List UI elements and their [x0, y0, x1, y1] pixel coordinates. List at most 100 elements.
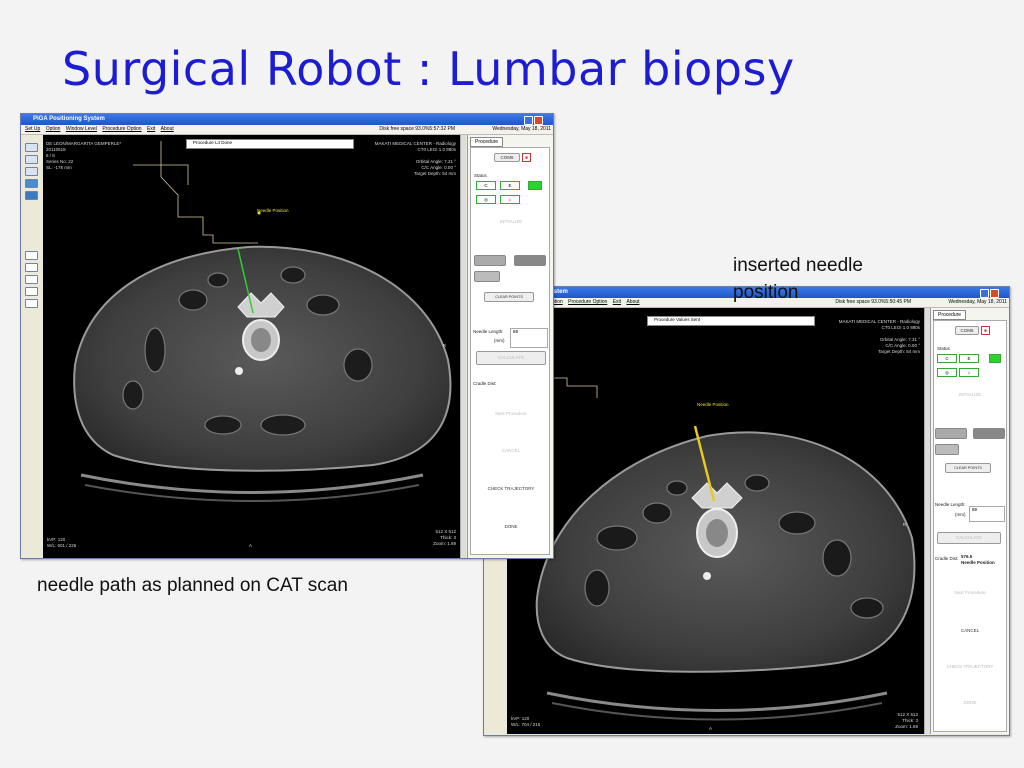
bottom-marker: A: [249, 543, 253, 548]
bottom-marker: A: [709, 726, 713, 731]
slide-title: Surgical Robot : Lumbar biopsy: [62, 42, 795, 96]
initialize-button[interactable]: INITIALIZE: [474, 219, 548, 224]
next-procedure-button[interactable]: Next Procedure: [937, 590, 1003, 595]
clear-points-button[interactable]: CLEAR POINTS: [484, 292, 534, 302]
side-marker: R: [442, 343, 446, 348]
com-port-select[interactable]: COM6: [955, 326, 979, 335]
needle-length-input[interactable]: 89: [969, 506, 1005, 522]
tab-procedure[interactable]: Procedure: [470, 137, 504, 147]
home-icon[interactable]: ⌂: [959, 368, 979, 377]
app-window-planned: PiGA Positioning System Set Up Option Wi…: [20, 113, 554, 559]
cancel-button[interactable]: CANCEL: [937, 628, 1003, 633]
done-button[interactable]: DONE: [474, 524, 548, 529]
next-procedure-button[interactable]: Next Procedure: [474, 411, 548, 416]
com-port-select[interactable]: COM6: [494, 153, 520, 162]
status-e-button[interactable]: E: [959, 354, 979, 363]
cancel-button[interactable]: CANCEL: [474, 448, 548, 453]
home-icon[interactable]: ⌂: [500, 195, 520, 204]
menu-exit[interactable]: Exit: [147, 126, 155, 132]
target-depth: Target Depth: 54 mm: [413, 171, 456, 176]
check-trajectory-button[interactable]: CHECK TRAJECTORY: [474, 486, 548, 491]
needle-position-label: Needle Position: [697, 402, 729, 407]
pointer-icon[interactable]: [25, 143, 38, 152]
grid-icon[interactable]: [25, 155, 38, 164]
procedure-field[interactable]: Procedure Values Sent: [647, 316, 815, 326]
cradle-dist-label: Cradle Dist:: [935, 556, 959, 561]
menu-option[interactable]: Option: [46, 126, 61, 132]
menu-window-level[interactable]: Window Level: [66, 126, 97, 132]
status-label: Status: [474, 173, 487, 178]
ct-scan-view[interactable]: Procedure Values Sent ITA GEMPERLE* MAKA…: [507, 308, 924, 734]
zoom-label: Zoom: 1.69: [433, 541, 456, 546]
right-button[interactable]: [514, 255, 546, 266]
left-button[interactable]: [474, 255, 506, 266]
rotate-icon[interactable]: [25, 263, 38, 272]
right-button[interactable]: [973, 428, 1005, 439]
needle-position-label: Needle Position: [257, 208, 289, 213]
menu-exit[interactable]: Exit: [613, 299, 621, 305]
window-title: PiGA Positioning System: [33, 116, 105, 122]
ct-scan-image: [73, 141, 452, 502]
target-depth: Target Depth: 54 mm: [877, 349, 920, 354]
tool-column: [21, 135, 41, 558]
slice-location: SL: -178 mm: [46, 165, 72, 170]
window-level-label: W/L: 704 / 215: [511, 722, 541, 727]
ct-scan-view[interactable]: Procedure L4 Done DE LEON/MARGARITA GEMP…: [43, 135, 460, 558]
eye-icon[interactable]: [25, 287, 38, 296]
menu-procedure-option[interactable]: Procedure Option: [102, 126, 141, 132]
calculate-button[interactable]: CALCULATE: [937, 532, 1001, 544]
status-e-button[interactable]: E: [500, 181, 520, 190]
robot-arm-button[interactable]: ◎: [476, 195, 496, 204]
hospital-info-2: CT0 LEGI 1.0 880s: [881, 325, 920, 330]
robot-arm-button[interactable]: ◎: [937, 368, 957, 377]
needle-length-label: Needle Length:: [935, 502, 966, 507]
needle-length-label: Needle Length:: [473, 329, 504, 334]
clear-points-button[interactable]: CLEAR POINTS: [945, 463, 991, 473]
app-window-inserted: PiGA Positioning System Option Procedure…: [483, 286, 1010, 736]
menu-about[interactable]: About: [626, 299, 639, 305]
status-indicator: [989, 354, 1001, 363]
stop-icon[interactable]: ■: [981, 326, 990, 335]
vertical-scrollbar[interactable]: [460, 135, 466, 558]
procedure-field[interactable]: Procedure L4 Done: [186, 139, 354, 149]
initialize-button[interactable]: INITIALIZE: [937, 392, 1003, 397]
center-button[interactable]: [474, 271, 500, 282]
menu-bar: Set Up Option Window Level Procedure Opt…: [21, 125, 553, 135]
window-titlebar[interactable]: PiGA Positioning System: [21, 114, 553, 125]
calculate-button[interactable]: CALCULATE: [476, 351, 546, 365]
caption-inserted-needle: inserted needle position: [733, 252, 863, 306]
status-c-button[interactable]: C: [476, 181, 496, 190]
flip-icon[interactable]: [25, 275, 38, 284]
crosshair-icon[interactable]: [25, 167, 38, 176]
status-label: Status: [937, 346, 950, 351]
ruler-icon[interactable]: [25, 191, 38, 200]
menu-about[interactable]: About: [161, 126, 174, 132]
close-button[interactable]: [534, 116, 543, 125]
menu-setup[interactable]: Set Up: [25, 126, 40, 132]
menu-procedure-option[interactable]: Procedure Option: [568, 299, 607, 305]
reset-icon[interactable]: [25, 299, 38, 308]
cradle-dist-value: 576.5: [961, 554, 973, 559]
needle-length-input[interactable]: 89: [510, 328, 548, 348]
done-button[interactable]: DONE: [937, 700, 1003, 705]
side-marker: R: [902, 522, 906, 527]
status-c-button[interactable]: C: [937, 354, 957, 363]
tab-procedure[interactable]: Procedure: [933, 310, 967, 320]
monitor-icon[interactable]: [25, 179, 38, 188]
procedure-panel: Procedure COM6 ■ Status C E ◎ ⌂ INITIALI…: [930, 308, 1009, 734]
needle-length-unit: (mm): [494, 338, 505, 343]
caption-line-1: inserted needle: [733, 255, 863, 276]
date-display: Wednesday, May 18, 2011: [948, 299, 1007, 305]
minimize-button[interactable]: [980, 289, 989, 298]
stop-icon[interactable]: ■: [522, 153, 531, 162]
status-indicator: [528, 181, 542, 190]
caption-planned-path: needle path as planned on CAT scan: [37, 575, 348, 596]
caption-line-2: position: [733, 282, 799, 303]
procedure-panel-body: [933, 320, 1007, 732]
zoom-in-icon[interactable]: [25, 251, 38, 260]
close-button[interactable]: [990, 289, 999, 298]
check-trajectory-button[interactable]: CHECK TRAJECTORY: [937, 664, 1003, 669]
minimize-button[interactable]: [524, 116, 533, 125]
left-button[interactable]: [935, 428, 967, 439]
center-button[interactable]: [935, 444, 959, 455]
